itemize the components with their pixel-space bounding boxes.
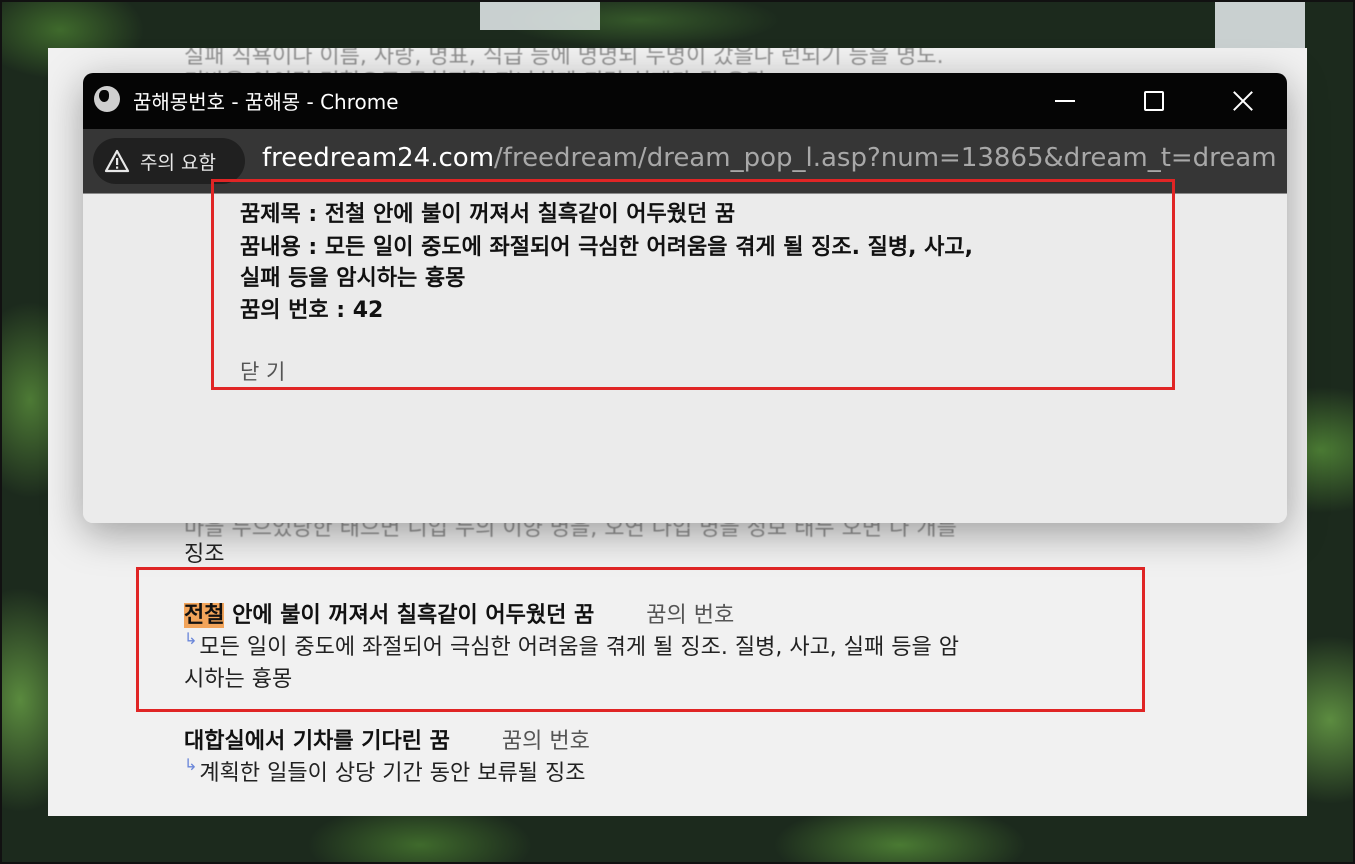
close-button[interactable]: [1199, 73, 1287, 129]
entry-desc-text: 계획한 일들이 상당 기간 동안 보류될 징조: [199, 761, 586, 786]
wallpaper-panel-right: [1215, 0, 1305, 48]
close-icon: [1232, 90, 1254, 112]
security-warning-chip[interactable]: 주의 요함: [93, 138, 245, 184]
minimize-button[interactable]: [1021, 73, 1109, 129]
reply-arrow-icon: ↳: [184, 755, 198, 774]
maximize-button[interactable]: [1110, 73, 1198, 129]
minimize-icon: [1055, 100, 1075, 102]
dream-entry-title[interactable]: 대합실에서 기차를 기다린 꿈 꿈의 번호: [184, 723, 590, 755]
maximize-icon: [1144, 91, 1164, 111]
security-label: 주의 요함: [140, 151, 216, 174]
url-host: freedream24.com: [262, 143, 495, 173]
page-text-line: 징조: [184, 542, 225, 567]
annotation-box-popup: [211, 179, 1175, 390]
entry-title-text: 대합실에서 기차를 기다린 꿈: [184, 729, 450, 754]
dream-entry-desc: ↳계획한 일들이 상당 기간 동안 보류될 징조: [184, 755, 585, 787]
dream-number-link[interactable]: 꿈의 번호: [502, 729, 590, 754]
wallpaper-panel-top: [480, 0, 600, 30]
window-title: 꿈해몽번호 - 꿈해몽 - Chrome: [133, 90, 399, 114]
window-titlebar[interactable]: 꿈해몽번호 - 꿈해몽 - Chrome: [83, 73, 1287, 129]
url-field[interactable]: freedream24.com/freedream/dream_pop_l.as…: [262, 143, 1277, 173]
url-path: /freedream/dream_pop_l.asp?num=13865&dre…: [494, 143, 1277, 173]
annotation-box-entry: [136, 567, 1145, 712]
globe-icon: [94, 86, 120, 112]
warning-icon: [104, 149, 130, 173]
